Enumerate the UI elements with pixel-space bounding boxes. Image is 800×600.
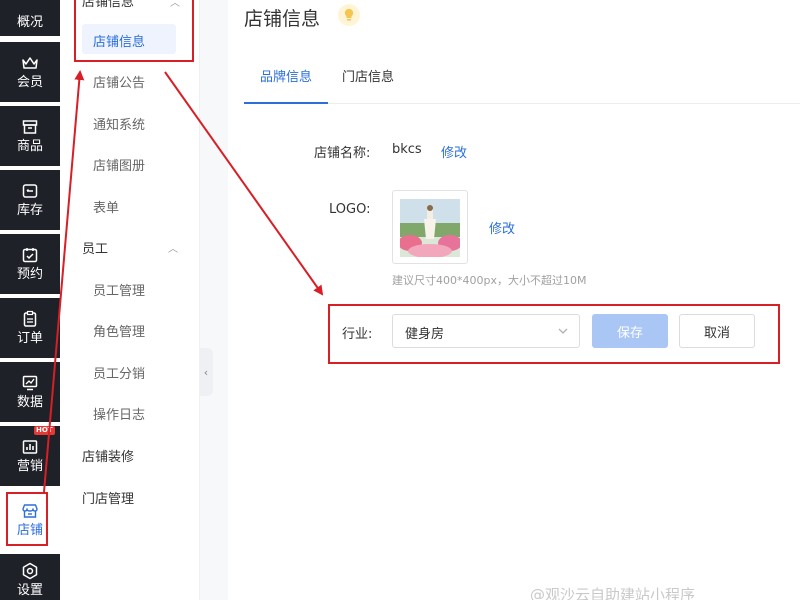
submenu-group-staff[interactable]: 员工 xyxy=(82,238,108,257)
submenu-item-notification[interactable]: 通知系统 xyxy=(93,114,145,133)
clipboard-icon xyxy=(23,310,37,327)
nav-item-booking[interactable]: 预约 xyxy=(0,234,60,294)
nav-label: 商品 xyxy=(16,138,43,154)
grid-icon xyxy=(21,0,39,12)
page-title: 店铺信息 xyxy=(244,8,321,30)
lightbulb-icon[interactable] xyxy=(338,4,360,26)
annotation-box-industry-row xyxy=(328,304,780,364)
nav-item-overview[interactable]: 概况 xyxy=(0,0,60,36)
annotation-box-store-nav xyxy=(6,492,48,546)
tab-bar: 品牌信息 门店信息 xyxy=(244,60,800,104)
nav-label: 会员 xyxy=(16,74,43,90)
submenu-item-operation-log[interactable]: 操作日志 xyxy=(93,404,145,423)
submenu-item-staff-manage[interactable]: 员工管理 xyxy=(93,280,145,299)
submenu-item-form[interactable]: 表单 xyxy=(93,197,119,216)
crown-icon xyxy=(22,56,38,69)
nav-item-member[interactable]: 会员 xyxy=(0,42,60,102)
shop-name-value: bkcs xyxy=(392,142,422,157)
gear-icon xyxy=(22,562,38,579)
logo-upload-box[interactable] xyxy=(392,190,468,264)
nav-label: 概况 xyxy=(16,14,43,30)
submenu-item-gallery[interactable]: 店铺图册 xyxy=(93,155,145,174)
submenu-item-role-manage[interactable]: 角色管理 xyxy=(93,321,145,340)
nav-item-marketing[interactable]: HOT 营销 xyxy=(0,426,60,486)
chart-monitor-icon xyxy=(22,375,38,390)
logo-image xyxy=(400,199,460,257)
nav-label: 订单 xyxy=(16,330,43,346)
active-tab-indicator xyxy=(244,102,328,104)
nav-label: 营销 xyxy=(16,458,43,474)
nav-label: 库存 xyxy=(16,202,43,218)
calendar-check-icon xyxy=(22,247,38,262)
nav-label: 数据 xyxy=(16,394,43,410)
watermark: @观沙云自助建站小程序 xyxy=(530,586,696,600)
nav-item-data[interactable]: 数据 xyxy=(0,362,60,422)
submenu-item-notice[interactable]: 店铺公告 xyxy=(93,72,145,91)
nav-item-orders[interactable]: 订单 xyxy=(0,298,60,358)
submenu-item-staff-distribution[interactable]: 员工分销 xyxy=(93,363,145,382)
hot-badge: HOT xyxy=(34,426,55,435)
box-icon xyxy=(22,119,38,134)
tab-store-info[interactable]: 门店信息 xyxy=(342,66,394,85)
chevron-up-icon[interactable]: ︿ xyxy=(168,240,178,255)
submenu-group-decoration[interactable]: 店铺装修 xyxy=(82,446,134,465)
submenu-group-store-manage[interactable]: 门店管理 xyxy=(82,488,134,507)
collapse-sidebar-button[interactable]: ‹ xyxy=(199,348,213,396)
inventory-icon xyxy=(22,183,38,198)
tab-brand-info[interactable]: 品牌信息 xyxy=(260,66,312,85)
lightbulb-glyph xyxy=(344,8,354,21)
nav-label: 预约 xyxy=(16,266,43,282)
chevron-left-icon: ‹ xyxy=(203,365,209,379)
nav-item-settings[interactable]: 设置 xyxy=(0,554,60,600)
edit-shop-name-link[interactable]: 修改 xyxy=(441,142,467,161)
bar-chart-icon xyxy=(22,439,38,454)
logo-label: LOGO: xyxy=(329,202,371,217)
shop-name-label: 店铺名称: xyxy=(314,146,371,161)
nav-item-inventory[interactable]: 库存 xyxy=(0,170,60,230)
content-gutter xyxy=(200,0,228,600)
logo-size-hint: 建议尺寸400*400px，大小不超过10M xyxy=(392,274,587,287)
nav-item-goods[interactable]: 商品 xyxy=(0,106,60,166)
annotation-box-submenu xyxy=(74,0,194,62)
edit-logo-link[interactable]: 修改 xyxy=(489,218,515,237)
nav-label: 设置 xyxy=(16,582,43,598)
